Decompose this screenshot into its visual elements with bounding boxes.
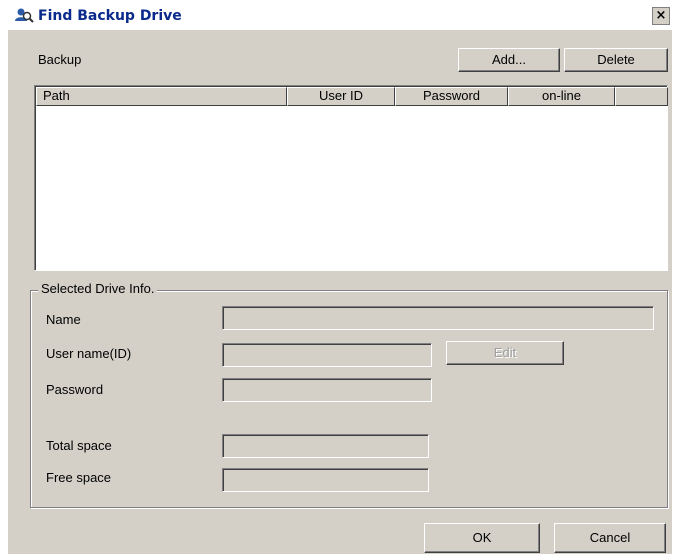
backup-label: Backup [38, 52, 82, 67]
title-bar: Find Backup Drive × [8, 4, 672, 30]
username-field[interactable] [222, 343, 432, 367]
column-header-filler [615, 87, 668, 106]
password-label: Password [46, 382, 104, 397]
ok-button[interactable]: OK [424, 523, 540, 553]
window-title: Find Backup Drive [38, 8, 182, 24]
name-field[interactable] [222, 306, 654, 330]
edit-button[interactable]: Edit [446, 341, 564, 365]
user-search-icon [14, 7, 34, 25]
username-label: User name(ID) [46, 346, 132, 361]
column-header-online[interactable]: on-line [508, 87, 615, 106]
column-header-user-id[interactable]: User ID [287, 87, 395, 106]
free-space-label: Free space [46, 470, 112, 485]
name-label: Name [46, 312, 81, 327]
delete-button[interactable]: Delete [564, 48, 668, 72]
backup-drive-list[interactable]: Path User ID Password on-line [34, 85, 668, 271]
free-space-field [222, 468, 429, 492]
close-icon[interactable]: × [652, 7, 670, 25]
find-backup-drive-dialog: Find Backup Drive × Backup Add... Delete… [8, 4, 672, 554]
cancel-button[interactable]: Cancel [554, 523, 666, 553]
total-space-field [222, 434, 429, 458]
total-space-label: Total space [46, 438, 112, 453]
column-header-path[interactable]: Path [36, 87, 287, 106]
selected-drive-info-label: Selected Drive Info. [38, 281, 158, 296]
password-field[interactable] [222, 378, 432, 402]
add-button[interactable]: Add... [458, 48, 560, 72]
column-header-password[interactable]: Password [395, 87, 508, 106]
